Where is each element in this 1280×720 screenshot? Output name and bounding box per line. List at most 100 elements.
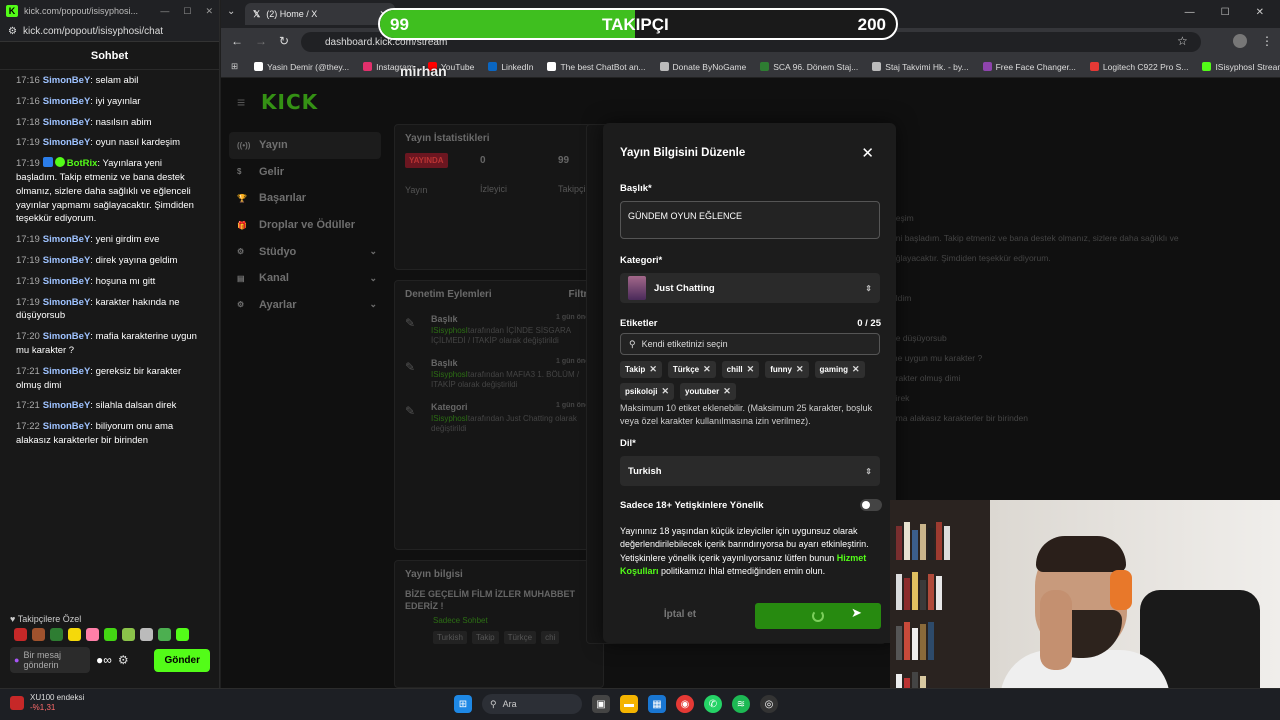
nav-item[interactable]: ((•)) Yayın — [229, 132, 381, 159]
nav-item[interactable]: ▤ Kanal ⌄ — [229, 265, 381, 292]
title-input[interactable]: GÜNDEM OYUN EĞLENCE — [620, 201, 880, 239]
bookmark-item[interactable]: ISisyphosI Stream -... — [1202, 62, 1280, 72]
remove-tag-icon[interactable]: ✕ — [703, 364, 711, 375]
maximize-icon[interactable]: ☐ — [183, 6, 191, 17]
adult-content-toggle[interactable] — [860, 499, 882, 511]
site-info-icon[interactable]: ⚙ — [8, 26, 17, 37]
chat-text: gereksiz bir karakter olmuş dimi — [16, 365, 182, 391]
chat-username[interactable]: SimonBeY — [43, 366, 91, 377]
profile-avatar-icon[interactable] — [1233, 34, 1247, 48]
chat-mirror-line: direk — [891, 393, 910, 403]
close-icon[interactable]: ✕ — [205, 6, 213, 17]
chat-username[interactable]: SimonBeY — [43, 75, 91, 86]
emote-icon[interactable] — [176, 628, 189, 641]
reload-icon[interactable]: ↻ — [279, 34, 289, 48]
maximize-icon[interactable]: ☐ — [1221, 7, 1230, 18]
taskbar-search[interactable]: ⚲ Ara — [482, 694, 582, 714]
settings-gear-icon[interactable]: ⚙ — [118, 653, 129, 667]
chat-username[interactable]: SimonBeY — [43, 234, 91, 245]
bookmark-item[interactable]: SCA 96. Dönem Staj... — [760, 62, 858, 72]
chat-message-input[interactable]: ● Bir mesaj gönderin — [10, 647, 90, 673]
goal-label: TAKIPÇI — [602, 15, 669, 34]
windows-start-icon[interactable]: ⊞ — [454, 695, 472, 713]
emote-icon[interactable] — [104, 628, 117, 641]
obs-icon[interactable]: ◎ — [760, 695, 778, 713]
chat-username[interactable]: SimonBeY — [43, 297, 91, 308]
nav-item[interactable]: 🎁 Droplar ve Ödüller — [229, 212, 381, 239]
back-icon[interactable]: ← — [231, 34, 243, 48]
spotify-icon[interactable]: ≋ — [732, 695, 750, 713]
chat-window-address-bar[interactable]: ⚙ kick.com/popout/isisyphosi/chat — [0, 22, 219, 42]
remove-tag-icon[interactable]: ✕ — [723, 386, 731, 397]
remove-tag-icon[interactable]: ✕ — [852, 364, 860, 375]
stream-info-stream-title: BİZE GEÇELİM FİLM İZLER MUHABBET EDERİZ … — [405, 589, 575, 611]
remove-tag-icon[interactable]: ✕ — [747, 364, 755, 375]
emote-icon[interactable] — [32, 628, 45, 641]
kick-logo[interactable]: KICK — [261, 90, 318, 114]
minimize-icon[interactable]: — — [1185, 7, 1195, 18]
chat-username[interactable]: SimonBeY — [43, 276, 91, 287]
emote-icon[interactable] — [122, 628, 135, 641]
category-select[interactable]: Just Chatting ⇕ — [620, 273, 880, 303]
category-value: Just Chatting — [654, 282, 715, 294]
nav-item[interactable]: ⚙ Ayarlar ⌄ — [229, 292, 381, 319]
file-explorer-icon[interactable]: ▬ — [620, 695, 638, 713]
cancel-button[interactable]: İptal et — [620, 601, 740, 627]
language-select[interactable]: Turkish ⇕ — [620, 456, 880, 486]
microphone-icon[interactable]: ● — [14, 655, 19, 665]
nav-item[interactable]: ⚙ Stüdyo ⌄ — [229, 238, 381, 265]
task-view-icon[interactable]: ▣ — [592, 695, 610, 713]
chat-username[interactable]: SimonBeY — [43, 96, 91, 107]
chat-username[interactable]: SimonBeY — [43, 117, 91, 128]
chat-username[interactable]: SimonBeY — [43, 331, 91, 342]
bookmark-star-icon[interactable]: ☆ — [1177, 34, 1188, 48]
chat-window-tab-title: kick.com/popout/isisyphosi... — [24, 6, 139, 16]
remove-tag-icon[interactable]: ✕ — [649, 364, 657, 375]
chat-username[interactable]: SimonBeY — [43, 400, 91, 411]
chat-username[interactable]: SimonBeY — [43, 255, 91, 266]
whatsapp-icon[interactable]: ✆ — [704, 695, 722, 713]
tags-search-input[interactable]: ⚲ Kendi etiketinizi seçin — [620, 333, 880, 355]
send-button[interactable]: Gönder — [154, 648, 210, 672]
bookmark-item[interactable]: Staj Takvimi Hk. - by... — [872, 62, 969, 72]
chat-mirror-line: ine uygun mu karakter ? — [891, 353, 983, 363]
bookmark-label: LinkedIn — [501, 61, 534, 72]
close-icon[interactable]: ✕ — [1256, 7, 1264, 18]
remove-tag-icon[interactable]: ✕ — [661, 386, 669, 397]
emoji-icon[interactable]: ●∞ — [96, 653, 112, 667]
chat-username[interactable]: SimonBeY — [43, 421, 91, 432]
emote-icon[interactable] — [86, 628, 99, 641]
browser-tab-x[interactable]: 𝕏 (2) Home / X ✕ — [245, 3, 395, 25]
emote-icon[interactable] — [68, 628, 81, 641]
stat-followers: 99 Takipçi — [558, 155, 586, 194]
adult-content-description: Yayınınız 18 yaşından küçük izleyiciler … — [620, 525, 884, 578]
chat-username[interactable]: BotRix — [67, 158, 98, 169]
apps-grid-icon[interactable]: ⊞ — [231, 61, 238, 72]
bookmark-item[interactable]: Free Face Changer... — [982, 62, 1076, 72]
chat-time: 17:19 — [16, 275, 40, 287]
stock-widget[interactable]: XU100 endeksi -%1,31 — [10, 693, 84, 713]
forward-icon[interactable]: → — [255, 34, 267, 48]
chat-username[interactable]: SimonBeY — [43, 137, 91, 148]
save-button[interactable] — [755, 603, 881, 629]
hamburger-menu-icon[interactable]: ≡ — [237, 94, 245, 110]
menu-icon[interactable]: ⋮ — [1261, 34, 1273, 48]
nav-item[interactable]: 🏆 Başarılar — [229, 185, 381, 212]
bookmark-item[interactable]: Yasin Demir (@they... — [254, 62, 349, 72]
bookmark-item[interactable]: Logitech C922 Pro S... — [1089, 62, 1188, 72]
emote-icon[interactable] — [50, 628, 63, 641]
bookmark-item[interactable]: Donate ByNoGame — [659, 62, 746, 72]
emote-icon[interactable] — [140, 628, 153, 641]
remove-tag-icon[interactable]: ✕ — [796, 364, 804, 375]
nav-item[interactable]: $ Gelir — [229, 159, 381, 186]
store-icon[interactable]: ▦ — [648, 695, 666, 713]
tab-search-icon[interactable]: ⌄ — [227, 6, 235, 17]
bookmark-item[interactable]: LinkedIn — [488, 62, 533, 72]
close-icon[interactable]: ✕ — [861, 144, 874, 162]
bookmark-item[interactable]: The best ChatBot an... — [547, 62, 646, 72]
emote-icon[interactable] — [158, 628, 171, 641]
chrome-icon[interactable]: ◉ — [676, 695, 694, 713]
emote-icon[interactable] — [14, 628, 27, 641]
stream-info-tag: Turkish — [433, 631, 467, 644]
minimize-icon[interactable]: — — [160, 6, 169, 17]
